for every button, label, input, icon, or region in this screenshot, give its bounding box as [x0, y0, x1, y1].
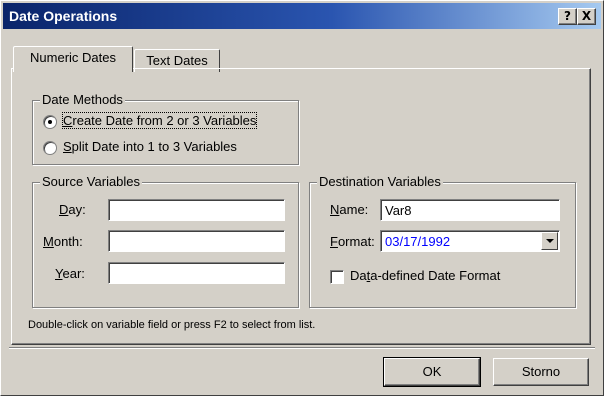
tab-label: Numeric Dates: [30, 50, 116, 65]
day-label: Day:: [59, 202, 86, 217]
format-label: Format:: [330, 234, 375, 249]
format-select[interactable]: 03/17/1992: [380, 230, 560, 252]
year-label: Year:: [55, 266, 85, 281]
destination-variables-group: Destination Variables Name: Var8 Format:…: [309, 174, 576, 308]
close-button[interactable]: X: [577, 8, 596, 25]
radio-button[interactable]: [43, 141, 57, 155]
day-input[interactable]: [108, 199, 285, 221]
group-label: Destination Variables: [317, 174, 443, 189]
hint-text: Double-click on variable field or press …: [28, 319, 316, 331]
year-input[interactable]: [108, 262, 285, 284]
window-title: Date Operations: [9, 8, 118, 24]
ok-button[interactable]: OK: [383, 357, 481, 387]
format-value: 03/17/1992: [385, 234, 451, 249]
title-bar[interactable]: Date Operations ? X: [3, 3, 601, 29]
source-variables-group: Source Variables Day: Month: Year:: [32, 174, 299, 308]
cancel-button[interactable]: Storno: [493, 358, 589, 386]
group-label: Source Variables: [40, 174, 143, 189]
radio-button[interactable]: [43, 115, 57, 129]
name-label: Name:: [330, 202, 369, 217]
tab-panel: Date Methods Create Date from 2 or 3 Var…: [11, 68, 591, 345]
tab-label: Text Dates: [146, 53, 208, 68]
month-label: Month:: [43, 234, 83, 249]
chevron-down-icon[interactable]: [541, 232, 558, 250]
tab-numeric-dates[interactable]: Numeric Dates: [13, 46, 133, 72]
help-button[interactable]: ?: [558, 8, 577, 25]
group-label: Date Methods: [40, 92, 125, 107]
data-defined-label: Data-defined Date Format: [350, 268, 501, 283]
radio-label: Create Date from 2 or 3 Variables: [61, 112, 258, 129]
data-defined-checkbox[interactable]: [330, 270, 344, 284]
date-methods-group: Date Methods Create Date from 2 or 3 Var…: [32, 92, 299, 165]
month-input[interactable]: [108, 230, 285, 252]
separator: [9, 347, 595, 349]
radio-label: Split Date into 1 to 3 Variables: [63, 139, 237, 154]
date-operations-dialog: Date Operations ? X Numeric Dates Text D…: [0, 0, 604, 396]
name-input[interactable]: Var8: [380, 199, 560, 221]
